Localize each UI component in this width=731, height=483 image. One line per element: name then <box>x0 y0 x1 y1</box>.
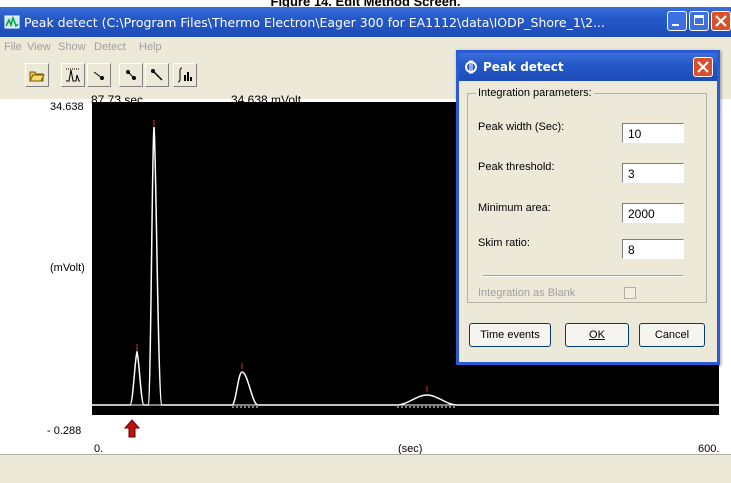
time-events-button[interactable]: Time events <box>469 323 551 347</box>
y-max-label: 34.638 <box>50 101 84 113</box>
close-icon <box>715 15 727 27</box>
integrate-icon <box>177 67 192 83</box>
peak-zoom-icon <box>66 68 80 82</box>
maximize-icon <box>694 15 704 25</box>
two-points-icon <box>126 70 136 80</box>
open-icon <box>29 71 45 82</box>
ok-button[interactable]: OK <box>565 323 629 347</box>
integrate-button[interactable] <box>173 63 197 87</box>
peak-detect-dialog: Peak detect Integration parameters: Peak… <box>456 50 720 365</box>
menu-help[interactable]: Help <box>139 41 162 53</box>
single-point-icon <box>93 71 104 80</box>
ok-button-label: OK <box>589 329 605 341</box>
integration-as-blank-label: Integration as Blank <box>478 287 576 299</box>
menu-view[interactable]: View <box>27 41 51 53</box>
menu-file[interactable]: File <box>4 41 22 53</box>
skim-ratio-label: Skim ratio: <box>478 237 530 249</box>
minimize-icon <box>672 24 679 26</box>
y-unit-label: (mVolt) <box>50 262 85 274</box>
dialog-title-bar[interactable]: Peak detect <box>459 53 717 81</box>
close-button[interactable] <box>711 11 731 31</box>
dialog-close-button[interactable] <box>693 57 713 77</box>
two-points-button[interactable] <box>119 63 143 87</box>
cancel-button-label: Cancel <box>654 329 690 341</box>
peak-width-field[interactable]: 10 <box>622 123 684 143</box>
window-title: Peak detect (C:\Program Files\Thermo Ele… <box>24 15 605 30</box>
peak-threshold-field[interactable]: 3 <box>622 163 684 183</box>
status-bar <box>0 454 731 477</box>
maximize-button[interactable] <box>689 11 709 31</box>
group-label: Integration parameters: <box>476 87 594 99</box>
pointer-tool-icon <box>151 69 163 81</box>
peak-width-label: Peak width (Sec): <box>478 121 565 133</box>
minimize-button[interactable] <box>667 11 687 31</box>
menu-detect[interactable]: Detect <box>94 41 126 53</box>
dialog-app-icon <box>465 60 477 74</box>
minimum-area-label: Minimum area: <box>478 202 551 214</box>
close-icon <box>697 61 709 73</box>
cancel-button[interactable]: Cancel <box>639 323 705 347</box>
title-bar[interactable]: Peak detect (C:\Program Files\Thermo Ele… <box>0 7 731 37</box>
integration-as-blank-checkbox[interactable] <box>624 287 636 299</box>
single-point-button[interactable] <box>87 63 111 87</box>
peak-threshold-label: Peak threshold: <box>478 161 555 173</box>
pointer-tool-button[interactable] <box>145 63 169 87</box>
minimum-area-field[interactable]: 2000 <box>622 203 684 223</box>
group-divider <box>483 275 683 277</box>
y-min-label: - 0.288 <box>47 425 82 437</box>
dialog-title: Peak detect <box>483 60 564 74</box>
cursor-arrow-icon[interactable] <box>124 419 140 438</box>
app-icon <box>4 15 20 29</box>
peak-zoom-button[interactable] <box>61 63 85 87</box>
open-button[interactable] <box>25 63 49 87</box>
menu-show[interactable]: Show <box>58 41 86 53</box>
skim-ratio-field[interactable]: 8 <box>622 239 684 259</box>
